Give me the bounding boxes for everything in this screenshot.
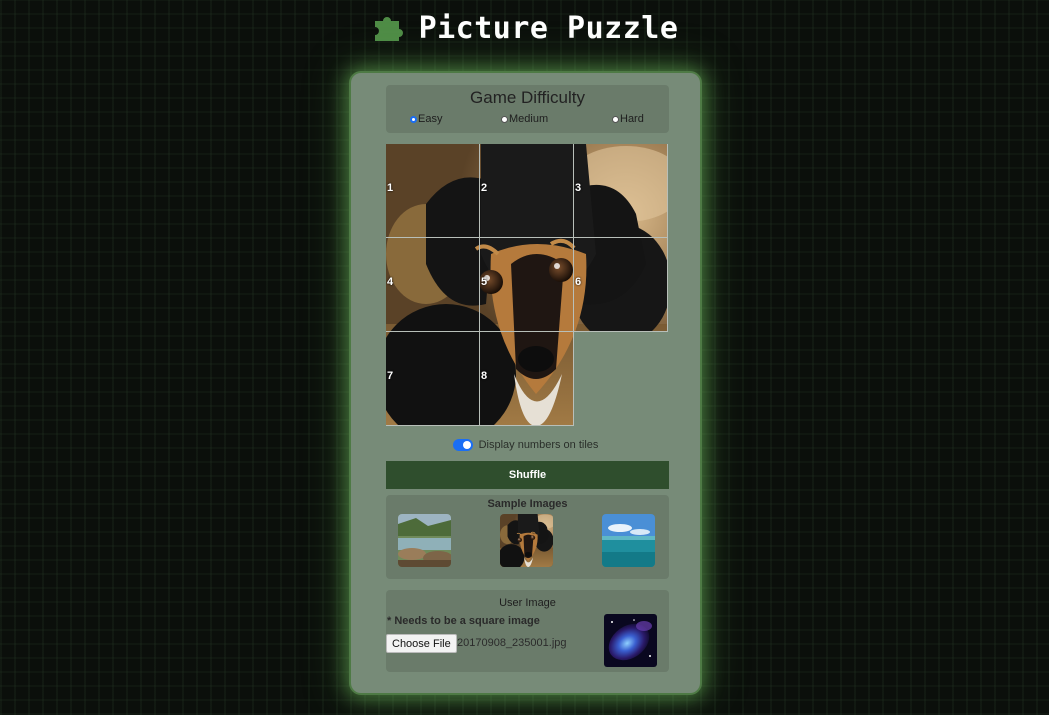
- tile-image: [480, 144, 573, 237]
- tile-number: 3: [575, 182, 582, 194]
- difficulty-section: Game Difficulty Easy Medium Hard: [386, 85, 669, 133]
- puzzle-piece-icon: [374, 17, 403, 41]
- radio-easy-label: Easy: [418, 113, 443, 125]
- tile-image: [386, 332, 479, 425]
- user-image-preview: [604, 614, 657, 667]
- empty-tile-slot[interactable]: [574, 332, 668, 426]
- app-header: Picture Puzzle: [0, 8, 1049, 48]
- tile-number: 6: [575, 276, 582, 288]
- puzzle-tile[interactable]: 8: [480, 332, 574, 426]
- puzzle-board: 1 2 3 4 5 6 7 8: [386, 144, 668, 426]
- puzzle-tile[interactable]: 4: [386, 238, 480, 332]
- tile-image: [574, 144, 667, 237]
- puzzle-tile[interactable]: 7: [386, 332, 480, 426]
- difficulty-medium-option[interactable]: Medium: [501, 113, 548, 125]
- tile-image: [480, 332, 573, 425]
- tile-number: 4: [387, 276, 394, 288]
- tile-number: 7: [387, 370, 394, 382]
- tile-image: [386, 238, 479, 331]
- galaxy-image: [604, 614, 657, 667]
- sample-images-title: Sample Images: [487, 498, 568, 510]
- toggle-knob: [462, 441, 471, 449]
- shuffle-button[interactable]: Shuffle: [386, 461, 669, 489]
- page-title: Picture Puzzle: [418, 10, 679, 46]
- difficulty-hard-option[interactable]: Hard: [612, 113, 644, 125]
- display-numbers-row: Display numbers on tiles: [351, 439, 700, 451]
- puzzle-tile[interactable]: 6: [574, 238, 668, 332]
- display-numbers-toggle[interactable]: [452, 439, 473, 451]
- radio-hard-label: Hard: [620, 113, 644, 125]
- sample-ocean-thumbnail[interactable]: [602, 514, 655, 567]
- user-image-title: User Image: [499, 597, 556, 609]
- dog-image: [500, 514, 553, 567]
- ocean-image: [602, 514, 655, 567]
- puzzle-panel: Game Difficulty Easy Medium Hard 1 2 3 4…: [349, 71, 702, 695]
- puzzle-tile[interactable]: 1: [386, 144, 480, 238]
- choose-file-button[interactable]: Choose File: [386, 634, 457, 653]
- difficulty-easy-option[interactable]: Easy: [410, 113, 442, 125]
- sample-river-thumbnail[interactable]: [398, 514, 451, 567]
- tile-image: [574, 238, 667, 331]
- difficulty-title: Game Difficulty: [470, 88, 585, 107]
- radio-easy[interactable]: [410, 115, 417, 123]
- tile-number: 2: [481, 182, 488, 194]
- user-image-section: User Image * Needs to be a square image …: [386, 590, 669, 672]
- sample-dog-thumbnail[interactable]: [500, 514, 553, 567]
- tile-number: 8: [481, 370, 488, 382]
- puzzle-tile[interactable]: 3: [574, 144, 668, 238]
- sample-images-section: Sample Images: [386, 495, 669, 579]
- tile-image: [386, 144, 479, 237]
- radio-medium[interactable]: [501, 115, 508, 123]
- tile-number: 5: [481, 276, 488, 288]
- radio-medium-label: Medium: [509, 113, 549, 125]
- radio-hard[interactable]: [612, 115, 619, 123]
- display-numbers-label: Display numbers on tiles: [478, 439, 599, 451]
- tile-number: 1: [387, 182, 394, 194]
- river-image: [398, 514, 451, 567]
- puzzle-tile[interactable]: 5: [480, 238, 574, 332]
- tile-image: [480, 238, 573, 331]
- selected-file-name: 20170908_235001.jpg: [457, 637, 567, 649]
- square-image-note: * Needs to be a square image: [387, 615, 540, 627]
- puzzle-tile[interactable]: 2: [480, 144, 574, 238]
